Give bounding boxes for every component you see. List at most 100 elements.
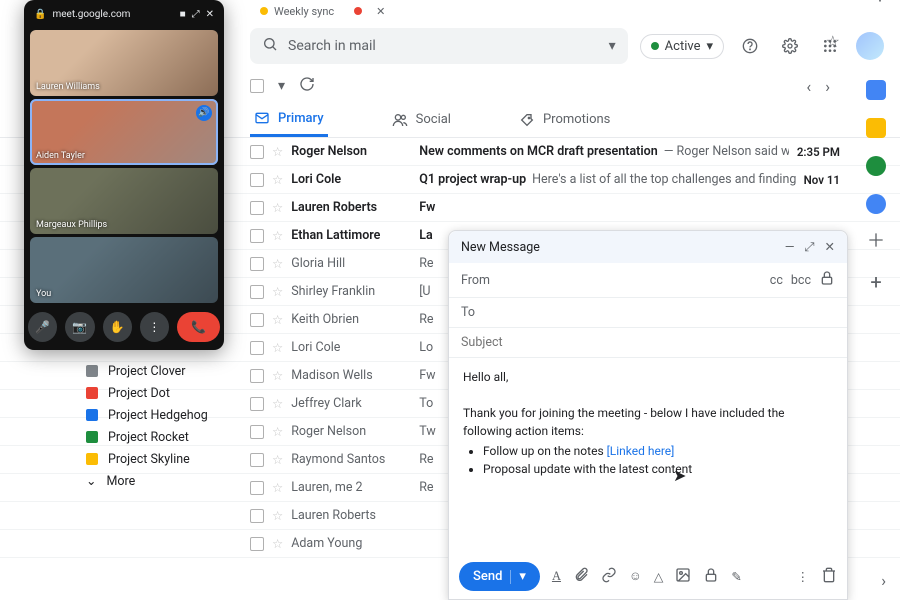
star-icon[interactable]: ☆ [272,228,283,244]
tab-primary[interactable]: Primary [250,102,328,137]
image-icon[interactable] [675,567,691,587]
row-checkbox[interactable] [250,369,264,383]
select-all-checkbox[interactable] [250,79,264,93]
row-checkbox[interactable] [250,537,264,551]
subject-field[interactable] [449,328,847,358]
keep-icon[interactable] [866,118,886,138]
bookmark-star-icon[interactable]: ☆ [826,32,840,51]
collapse-rail-icon[interactable]: › [881,571,886,590]
star-icon[interactable]: ☆ [272,256,283,272]
row-checkbox[interactable] [250,397,264,411]
confidential-icon[interactable] [703,567,719,587]
end-call-button[interactable]: 📞 [177,312,220,342]
star-icon[interactable]: ☆ [272,340,283,356]
pip-close-icon[interactable]: ✕ [206,9,214,20]
help-icon[interactable] [736,32,764,60]
row-subject: Q1 project wrap-up [419,172,526,187]
addons-icon[interactable] [868,232,884,252]
label-name: Project Skyline [108,452,190,467]
status-chip[interactable]: Active ▾ [640,34,724,59]
drive-icon[interactable]: △ [654,569,664,585]
tab-promotions[interactable]: Promotions [515,104,614,136]
pip-tile[interactable]: 🔊Aiden Tayler [30,99,218,165]
row-checkbox[interactable] [250,425,264,439]
format-icon[interactable]: A [552,569,561,584]
body-link[interactable]: [Linked here] [607,444,675,458]
cc-button[interactable]: cc [770,273,783,288]
row-checkbox[interactable] [250,257,264,271]
pip-expand-icon[interactable]: ⤢ [192,9,200,20]
compose-body[interactable]: Hello all, Thank you for joining the mee… [449,358,847,554]
pip-tile[interactable]: Margeaux Phillips [30,168,218,234]
star-icon[interactable]: ☆ [272,284,283,300]
browser-tab[interactable]: Weekly sync ✕ [250,5,395,18]
pip-tile[interactable]: You [30,237,218,303]
row-checkbox[interactable] [250,453,264,467]
row-checkbox[interactable] [250,341,264,355]
settings-icon[interactable] [776,32,804,60]
send-button[interactable]: Send ▾ [459,562,540,591]
sidebar-label[interactable]: Project Clover [86,360,208,382]
star-icon[interactable]: ☆ [272,144,283,160]
star-icon[interactable]: ☆ [272,312,283,328]
star-icon[interactable]: ☆ [272,424,283,440]
row-checkbox[interactable] [250,173,264,187]
star-icon[interactable]: ☆ [272,452,283,468]
raise-hand-button[interactable]: ✋ [103,312,132,342]
labels-more[interactable]: ⌄More [86,470,208,492]
row-checkbox[interactable] [250,201,264,215]
sidebar-label[interactable]: Project Dot [86,382,208,404]
sidebar-label[interactable]: Project Hedgehog [86,404,208,426]
pip-camera-icon[interactable]: ■ [180,9,186,20]
row-checkbox[interactable] [250,285,264,299]
to-field[interactable]: To [449,298,847,328]
lock-icon[interactable] [819,270,835,290]
fullscreen-icon[interactable]: ⤢ [805,240,815,255]
signature-icon[interactable]: ✎ [731,569,741,585]
row-checkbox[interactable] [250,313,264,327]
row-sender: Ethan Lattimore [291,228,411,243]
more-options-icon[interactable]: ⋮ [797,569,810,585]
tab-social[interactable]: Social [388,104,455,136]
send-options-icon[interactable]: ▾ [519,569,526,584]
refresh-icon[interactable] [299,76,315,96]
account-avatar[interactable] [856,32,884,60]
camera-button[interactable]: 📷 [65,312,94,342]
next-page-icon[interactable]: › [825,77,830,96]
tasks-icon[interactable] [866,156,886,176]
prev-page-icon[interactable]: ‹ [806,77,811,96]
close-tab-icon[interactable]: ✕ [376,5,385,18]
attach-icon[interactable] [573,567,589,587]
sidebar-label[interactable]: Project Rocket [86,426,208,448]
star-icon[interactable]: ☆ [272,396,283,412]
star-icon[interactable]: ☆ [272,536,283,552]
search-input[interactable]: Search in mail ▾ [250,28,628,64]
minimize-icon[interactable]: — [785,240,795,255]
star-icon[interactable]: ☆ [272,172,283,188]
close-icon[interactable]: ✕ [825,239,835,255]
meet-pip[interactable]: 🔒 meet.google.com ■ ⤢ ✕ Lauren Williams … [24,0,224,350]
sidebar-label[interactable]: Project Skyline [86,448,208,470]
link-icon[interactable] [601,567,617,587]
label-name: Project Dot [108,386,170,401]
star-icon[interactable]: ☆ [272,508,283,524]
mic-button[interactable]: 🎤 [28,312,57,342]
discard-icon[interactable] [821,567,837,587]
pip-tile[interactable]: Lauren Williams [30,30,218,96]
add-panel-icon[interactable]: + [870,270,881,294]
row-checkbox[interactable] [250,229,264,243]
star-icon[interactable]: ☆ [272,200,283,216]
contacts-icon[interactable] [866,194,886,214]
star-icon[interactable]: ☆ [272,480,283,496]
bcc-button[interactable]: bcc [791,273,811,288]
row-checkbox[interactable] [250,481,264,495]
row-checkbox[interactable] [250,509,264,523]
emoji-icon[interactable]: ☺ [629,569,642,584]
from-field[interactable]: From cc bcc [449,263,847,298]
calendar-icon[interactable] [866,80,886,100]
row-checkbox[interactable] [250,145,264,159]
search-options-icon[interactable]: ▾ [609,38,616,54]
pip-more-button[interactable]: ⋮ [140,312,169,342]
star-icon[interactable]: ☆ [272,368,283,384]
select-caret-icon[interactable]: ▾ [278,78,285,94]
